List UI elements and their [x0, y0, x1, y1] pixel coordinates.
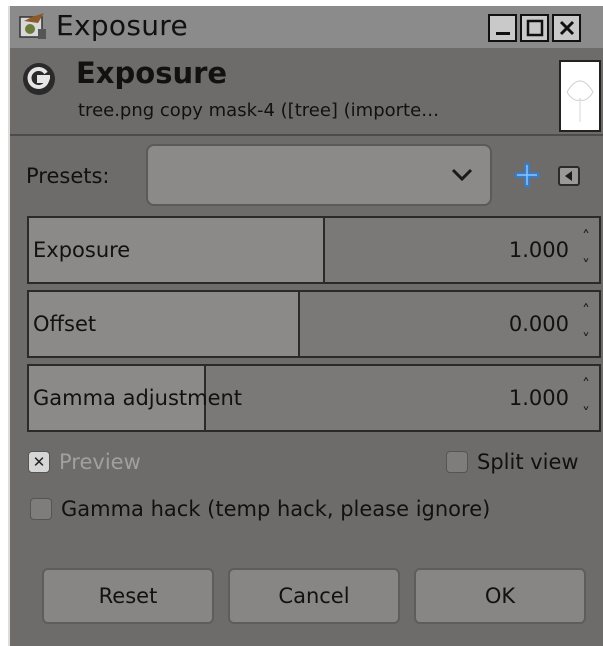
decrement-arrow-icon[interactable]: ˅ — [575, 399, 597, 428]
minimize-icon — [495, 32, 510, 35]
cancel-button[interactable]: Cancel — [228, 568, 400, 624]
minimize-button[interactable] — [488, 14, 517, 42]
maximize-icon — [526, 19, 543, 37]
offset-value[interactable]: 0.000 — [509, 312, 569, 336]
presets-menu-icon[interactable] — [558, 166, 580, 186]
increment-arrow-icon[interactable]: ˄ — [575, 296, 597, 325]
increment-arrow-icon[interactable]: ˄ — [575, 370, 597, 399]
layer-thumbnail — [559, 60, 601, 132]
add-preset-icon[interactable] — [512, 160, 542, 190]
dialog-header: Exposure tree.png copy mask-4 ([tree] (i… — [10, 50, 603, 136]
window-title: Exposure — [56, 9, 189, 42]
preview-checkbox[interactable]: ✕ Preview — [28, 450, 141, 474]
dialog-title: Exposure — [76, 56, 228, 90]
gamma-hack-checkbox[interactable]: Gamma hack (temp hack, please ignore) — [30, 497, 490, 521]
layer-subtitle: tree.png copy mask-4 ([tree] (importe… — [78, 100, 440, 121]
exposure-value[interactable]: 1.000 — [509, 238, 569, 262]
tree-thumbnail-icon — [566, 80, 594, 122]
reset-button[interactable]: Reset — [42, 568, 214, 624]
gimp-app-icon — [19, 13, 46, 39]
exposure-label: Exposure — [33, 238, 131, 262]
checkbox-unchecked-icon — [446, 451, 468, 473]
close-icon — [559, 20, 574, 36]
exposure-spinscale[interactable]: Exposure 1.000 ˄ ˅ — [27, 216, 601, 284]
checkbox-unchecked-icon — [30, 498, 52, 520]
offset-label: Offset — [33, 312, 97, 336]
presets-combo[interactable] — [146, 144, 492, 206]
gimp-logo-icon — [23, 63, 55, 95]
maximize-button[interactable] — [520, 14, 549, 42]
decrement-arrow-icon[interactable]: ˅ — [575, 251, 597, 280]
chevron-down-icon — [451, 168, 473, 182]
increment-arrow-icon[interactable]: ˄ — [575, 222, 597, 251]
gamma-adjustment-spinscale[interactable]: Gamma adjustment 1.000 ˄ ˅ — [27, 364, 601, 432]
exposure-dialog: Exposure Exposure tree.png copy mask-4 (… — [8, 6, 603, 646]
gamma-adjustment-value[interactable]: 1.000 — [509, 386, 569, 410]
gamma-hack-label: Gamma hack (temp hack, please ignore) — [61, 497, 491, 521]
decrement-arrow-icon[interactable]: ˅ — [575, 325, 597, 354]
gamma-adjustment-label: Gamma adjustment — [33, 386, 243, 410]
split-view-label: Split view — [477, 450, 579, 474]
ok-button[interactable]: OK — [414, 568, 586, 624]
presets-label: Presets: — [26, 164, 110, 188]
checkbox-checked-icon: ✕ — [28, 451, 50, 473]
title-bar[interactable]: Exposure — [10, 6, 603, 48]
triangle-left-icon — [565, 171, 572, 181]
split-view-checkbox[interactable]: Split view — [446, 450, 579, 474]
close-button[interactable] — [552, 14, 581, 42]
offset-spinscale[interactable]: Offset 0.000 ˄ ˅ — [27, 290, 601, 358]
preview-label: Preview — [59, 450, 141, 474]
